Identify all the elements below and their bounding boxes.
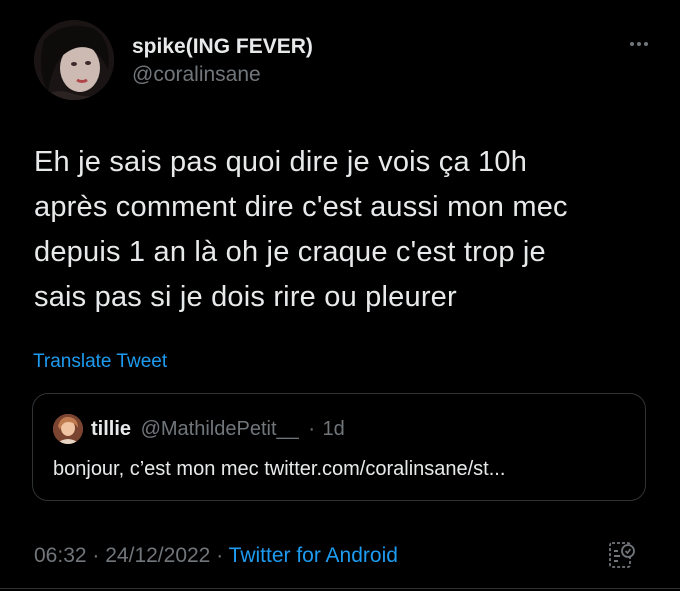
tweet-detail: spike(ING FEVER) @coralinsane Eh je sais… — [0, 0, 680, 591]
analytics-icon-graphic — [609, 542, 635, 568]
tweet-time[interactable]: 06:32 — [34, 544, 87, 567]
author-handle[interactable]: @coralinsane — [132, 62, 313, 88]
quoted-timestamp[interactable]: 1d — [323, 418, 345, 440]
tweet-text-line: après comment dire c'est aussi mon mec — [34, 191, 568, 223]
tweet-header: spike(ING FEVER) @coralinsane — [34, 20, 654, 104]
divider — [0, 588, 680, 589]
analytics-icon[interactable] — [607, 540, 637, 570]
more-dot — [644, 42, 648, 46]
tweet-text-line: depuis 1 an là oh je craque c'est trop j… — [34, 236, 546, 268]
quoted-avatar-image — [53, 414, 83, 444]
tweet-text-line: sais pas si je dois rire ou pleurer — [34, 281, 457, 313]
avatar-portrait-image — [34, 20, 114, 100]
quoted-avatar[interactable] — [53, 414, 83, 444]
more-dot — [637, 42, 641, 46]
tweet-text-line: Eh je sais pas quoi dire je vois ça 10h — [34, 146, 528, 178]
author-names: spike(ING FEVER) @coralinsane — [132, 34, 313, 88]
footer-separator: · — [92, 544, 100, 567]
quoted-author-name[interactable]: tillie — [91, 418, 131, 440]
avatar[interactable] — [34, 20, 114, 100]
author-display-name[interactable]: spike(ING FEVER) — [132, 34, 313, 60]
tweet-source-link[interactable]: Twitter for Android — [229, 544, 398, 567]
tweet-text: Eh je sais pas quoi dire je vois ça 10h … — [34, 140, 654, 320]
translate-tweet-link[interactable]: Translate Tweet — [33, 351, 167, 373]
tweet-footer: 06:32 · 24/12/2022 · Twitter for Android — [34, 543, 398, 569]
tweet-date[interactable]: 24/12/2022 — [105, 544, 210, 567]
quoted-text: bonjour, c’est mon mec twitter.com/coral… — [53, 458, 506, 480]
footer-separator: · — [216, 544, 224, 567]
more-dot — [630, 42, 634, 46]
quoted-author-handle[interactable]: @MathildePetit__ — [141, 418, 299, 440]
more-horizontal-icon[interactable] — [624, 34, 654, 54]
quoted-tweet[interactable]: tillie @MathildePetit__ · 1d bonjour, c’… — [32, 393, 646, 501]
quoted-separator: · — [308, 418, 315, 440]
quoted-meta: tillie @MathildePetit__ · 1d — [91, 416, 345, 442]
